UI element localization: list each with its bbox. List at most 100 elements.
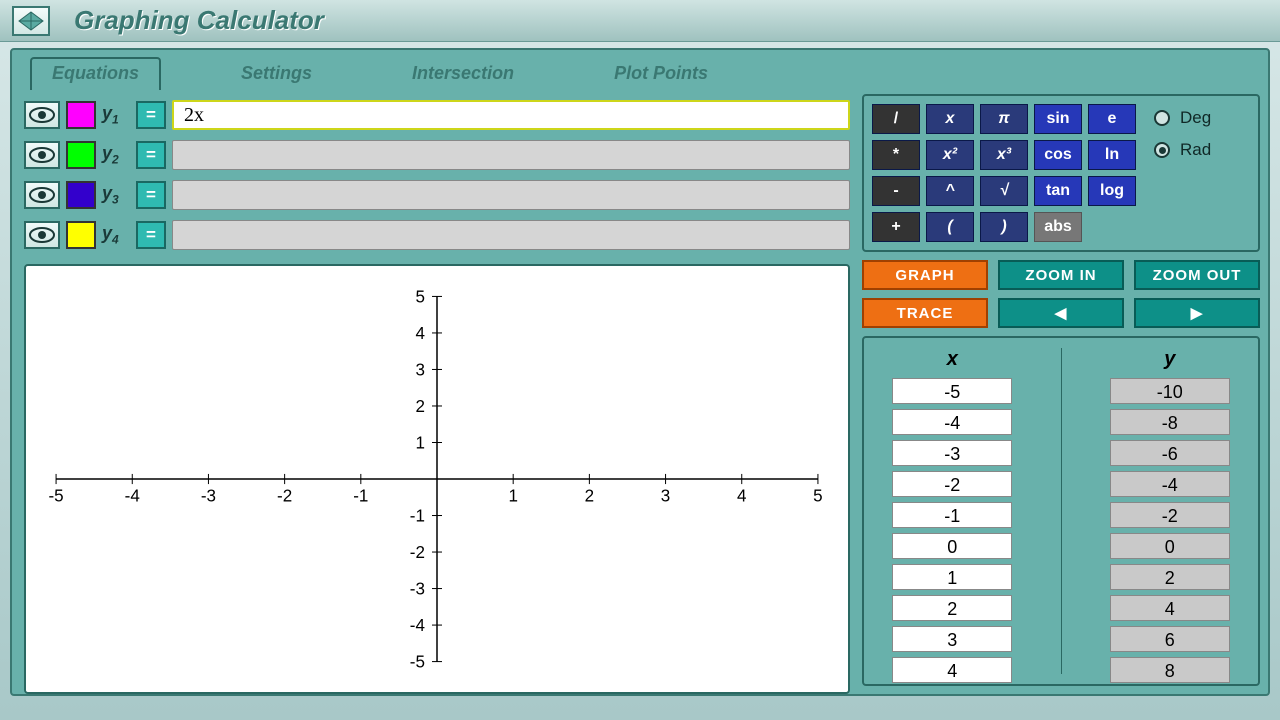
table-x-cell[interactable]: 4 (892, 657, 1012, 683)
table-x-cell[interactable]: 2 (892, 595, 1012, 621)
keypad-key[interactable]: abs (1034, 212, 1082, 242)
svg-text:-3: -3 (410, 579, 425, 599)
radio-icon (1154, 110, 1170, 126)
zoom-out-button[interactable]: ZOOM OUT (1134, 260, 1260, 290)
keypad-key[interactable]: √ (980, 176, 1028, 206)
tab-intersection[interactable]: Intersection (392, 59, 534, 90)
table-x-cell[interactable]: 0 (892, 533, 1012, 559)
keypad-key[interactable]: log (1088, 176, 1136, 206)
equation-label: y4 (102, 223, 130, 247)
table-x-cell[interactable]: -2 (892, 471, 1012, 497)
svg-text:-3: -3 (201, 485, 216, 505)
graph-button[interactable]: GRAPH (862, 260, 988, 290)
table-y-cell: -10 (1110, 378, 1230, 404)
trace-button[interactable]: TRACE (862, 298, 988, 328)
keypad-key[interactable]: x³ (980, 140, 1028, 170)
radio-rad[interactable]: Rad (1154, 140, 1211, 160)
svg-text:2: 2 (415, 396, 424, 416)
equation-row: y2 = (24, 138, 850, 172)
keypad-key[interactable]: * (872, 140, 920, 170)
table-y-cell: 2 (1110, 564, 1230, 590)
table-y-cell: -2 (1110, 502, 1230, 528)
keypad-key[interactable]: x (926, 104, 974, 134)
keypad-panel: /xπsine *x²x³cosln -^√tanlog +()abs Deg Rad (862, 94, 1260, 252)
equals-button[interactable]: = (136, 181, 166, 209)
table-y-cell: 0 (1110, 533, 1230, 559)
content-area: y1 = y2 = y3 = (16, 90, 1264, 690)
eye-icon (29, 107, 55, 123)
equation-row: y1 = (24, 98, 850, 132)
table-y-cell: 6 (1110, 626, 1230, 652)
series-color-swatch[interactable] (66, 181, 96, 209)
svg-text:4: 4 (415, 323, 425, 343)
zoom-in-button[interactable]: ZOOM IN (998, 260, 1124, 290)
xy-table: x -5-4-3-2-101234 y -10-8-6-4-202468 (862, 336, 1260, 686)
table-y-cell: -4 (1110, 471, 1230, 497)
table-y-cell: -8 (1110, 409, 1230, 435)
app-logo-icon (12, 6, 50, 36)
main-panel: Equations Settings Intersection Plot Poi… (10, 48, 1270, 696)
series-color-swatch[interactable] (66, 101, 96, 129)
table-x-header: x (947, 348, 958, 371)
plot-area[interactable]: -5-4-3-2-112345-5-4-3-2-112345 (24, 264, 850, 694)
keypad-key[interactable]: x² (926, 140, 974, 170)
keypad-key[interactable]: sin (1034, 104, 1082, 134)
visibility-toggle[interactable] (24, 141, 60, 169)
equation-input[interactable] (172, 220, 850, 250)
keypad-key[interactable]: cos (1034, 140, 1082, 170)
svg-text:1: 1 (415, 432, 424, 452)
table-x-cell[interactable]: 1 (892, 564, 1012, 590)
series-color-swatch[interactable] (66, 141, 96, 169)
app-title: Graphing Calculator (74, 5, 324, 36)
svg-text:5: 5 (813, 485, 822, 505)
visibility-toggle[interactable] (24, 101, 60, 129)
svg-text:3: 3 (415, 359, 424, 379)
keypad-key[interactable]: ( (926, 212, 974, 242)
trace-left-button[interactable]: ◀ (998, 298, 1124, 328)
equals-button[interactable]: = (136, 141, 166, 169)
keypad-key[interactable]: π (980, 104, 1028, 134)
equation-input[interactable] (172, 140, 850, 170)
keypad-key[interactable]: ^ (926, 176, 974, 206)
angle-mode-group: Deg Rad (1146, 104, 1215, 242)
svg-text:-2: -2 (277, 485, 292, 505)
table-x-cell[interactable]: -4 (892, 409, 1012, 435)
visibility-toggle[interactable] (24, 221, 60, 249)
eye-icon (29, 147, 55, 163)
equation-row: y3 = (24, 178, 850, 212)
radio-deg[interactable]: Deg (1154, 108, 1211, 128)
keypad-key[interactable]: + (872, 212, 920, 242)
svg-text:-5: -5 (410, 652, 425, 672)
table-y-header: y (1164, 348, 1175, 371)
equation-row: y4 = (24, 218, 850, 252)
tab-plot-points[interactable]: Plot Points (594, 59, 728, 90)
keypad-key[interactable]: tan (1034, 176, 1082, 206)
series-color-swatch[interactable] (66, 221, 96, 249)
keypad-key[interactable]: / (872, 104, 920, 134)
equals-button[interactable]: = (136, 221, 166, 249)
tab-equations[interactable]: Equations (30, 57, 161, 90)
equation-list: y1 = y2 = y3 = (20, 94, 854, 256)
trace-right-button[interactable]: ▶ (1134, 298, 1260, 328)
equation-label: y2 (102, 143, 130, 167)
visibility-toggle[interactable] (24, 181, 60, 209)
equation-input[interactable] (172, 180, 850, 210)
titlebar: Graphing Calculator (0, 0, 1280, 42)
radio-icon (1154, 142, 1170, 158)
table-x-cell[interactable]: 3 (892, 626, 1012, 652)
svg-text:-4: -4 (125, 485, 141, 505)
svg-text:5: 5 (415, 286, 424, 306)
table-y-cell: -6 (1110, 440, 1230, 466)
keypad-key[interactable]: ) (980, 212, 1028, 242)
keypad-key[interactable]: - (872, 176, 920, 206)
tab-settings[interactable]: Settings (221, 59, 332, 90)
table-x-cell[interactable]: -3 (892, 440, 1012, 466)
svg-text:3: 3 (661, 485, 670, 505)
keypad-key[interactable]: ln (1088, 140, 1136, 170)
keypad-key[interactable]: e (1088, 104, 1136, 134)
table-x-cell[interactable]: -5 (892, 378, 1012, 404)
equation-input[interactable] (172, 100, 850, 130)
table-x-cell[interactable]: -1 (892, 502, 1012, 528)
equation-label: y1 (102, 103, 130, 127)
equals-button[interactable]: = (136, 101, 166, 129)
